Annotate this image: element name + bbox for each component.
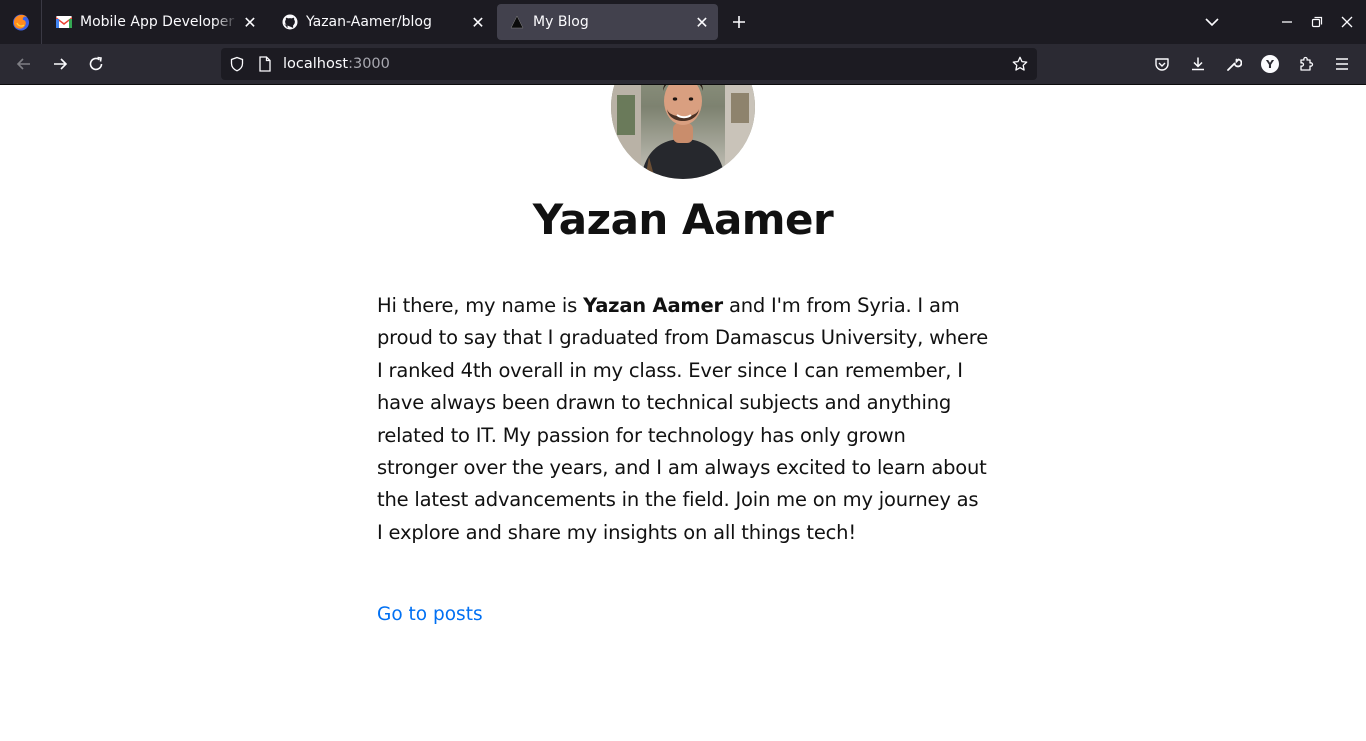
puzzle-icon <box>1300 56 1314 71</box>
bookmark-star-icon[interactable] <box>1012 56 1028 72</box>
list-all-tabs-button[interactable] <box>1198 10 1226 34</box>
arrow-left-icon <box>16 58 30 70</box>
hamburger-menu-icon <box>1336 58 1348 70</box>
restore-icon <box>1311 16 1323 28</box>
tab-title: My Blog <box>533 14 589 30</box>
close-tab-icon[interactable]: ✕ <box>238 10 262 34</box>
bio-name: Yazan Aamer <box>583 294 723 317</box>
download-icon <box>1192 57 1204 71</box>
pocket-icon <box>1155 58 1169 71</box>
close-window-button[interactable] <box>1335 10 1359 34</box>
navigation-toolbar: localhost:3000 Y <box>0 44 1366 85</box>
url-text[interactable]: localhost:3000 <box>283 48 390 80</box>
chevron-down-icon <box>1205 18 1219 27</box>
close-tab-icon[interactable]: ✕ <box>690 10 714 34</box>
firefox-view-button[interactable] <box>0 0 42 44</box>
tab-my-blog[interactable]: My Blog ✕ <box>497 4 718 40</box>
tab-strip: Mobile App Developer As ✕ Yazan-Aamer/bl… <box>0 0 1366 44</box>
shield-icon[interactable] <box>229 56 245 72</box>
triangle-icon <box>509 14 525 30</box>
tab-title: Mobile App Developer As <box>80 14 238 30</box>
url-port: :3000 <box>348 56 390 72</box>
minimize-button[interactable] <box>1275 10 1299 34</box>
account-button[interactable]: Y <box>1256 50 1284 78</box>
tab-github[interactable]: Yazan-Aamer/blog ✕ <box>270 4 494 40</box>
minimize-icon <box>1282 21 1292 23</box>
profile-photo <box>611 85 755 179</box>
arrow-right-icon <box>54 58 68 70</box>
extensions-button[interactable] <box>1292 50 1320 78</box>
developer-tools-button[interactable] <box>1220 50 1248 78</box>
wrench-icon <box>1227 58 1242 71</box>
tab-gmail[interactable]: Mobile App Developer As ✕ <box>44 4 266 40</box>
page-title: Yazan Aamer <box>532 195 834 244</box>
github-icon <box>282 14 298 30</box>
url-host: localhost <box>283 56 349 72</box>
downloads-button[interactable] <box>1184 50 1212 78</box>
firefox-icon <box>12 14 29 31</box>
bio-text: and I'm from Syria. I am proud to say th… <box>377 294 988 544</box>
new-tab-button[interactable] <box>727 10 751 34</box>
app-menu-button[interactable] <box>1328 50 1356 78</box>
bio-paragraph: Hi there, my name is Yazan Aamer and I'm… <box>377 290 989 549</box>
close-tab-icon[interactable]: ✕ <box>466 10 490 34</box>
pocket-button[interactable] <box>1148 50 1176 78</box>
reload-icon <box>89 56 103 71</box>
profile-avatar: Y <box>1261 55 1279 73</box>
bio-intro: Hi there, my name is <box>377 294 584 317</box>
reload-button[interactable] <box>82 50 110 78</box>
page-icon[interactable] <box>257 56 273 72</box>
restore-button[interactable] <box>1305 10 1329 34</box>
page-content: Yazan Aamer Hi there, my name is Yazan A… <box>0 85 1366 741</box>
close-icon <box>1341 16 1353 28</box>
tab-title: Yazan-Aamer/blog <box>306 14 432 30</box>
go-to-posts-link[interactable]: Go to posts <box>377 604 483 625</box>
forward-button[interactable] <box>46 50 74 78</box>
back-button[interactable] <box>10 50 38 78</box>
gmail-icon <box>56 14 72 30</box>
plus-icon <box>733 16 745 28</box>
address-bar[interactable]: localhost:3000 <box>221 48 1037 80</box>
